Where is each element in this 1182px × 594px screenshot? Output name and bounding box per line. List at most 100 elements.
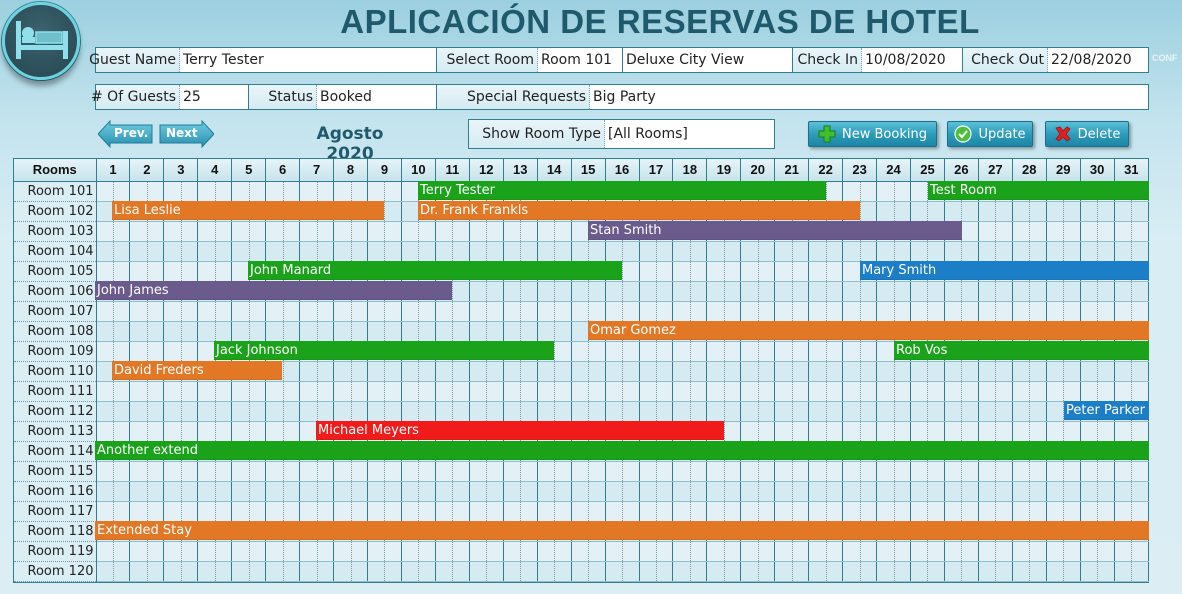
day-cell[interactable]: [1080, 561, 1115, 582]
day-cell[interactable]: [129, 301, 165, 322]
day-cell[interactable]: [1114, 221, 1150, 242]
day-cell[interactable]: [231, 481, 267, 502]
day-cell[interactable]: [333, 361, 368, 382]
day-cell[interactable]: [740, 301, 776, 322]
day-cell[interactable]: [163, 401, 199, 422]
day-cell[interactable]: [842, 241, 878, 262]
day-cell[interactable]: [197, 301, 233, 322]
day-cell[interactable]: [401, 241, 436, 262]
day-cell[interactable]: [605, 381, 640, 402]
day-cell[interactable]: [1114, 301, 1150, 322]
day-cell[interactable]: [265, 181, 301, 202]
day-cell[interactable]: [1114, 461, 1150, 482]
day-cell[interactable]: [639, 481, 674, 502]
day-cell[interactable]: [197, 481, 233, 502]
day-cell[interactable]: [910, 561, 945, 582]
day-cell[interactable]: [401, 501, 436, 522]
day-cell[interactable]: [774, 341, 810, 362]
day-cell[interactable]: [571, 561, 606, 582]
day-cell[interactable]: [163, 181, 199, 202]
day-cell[interactable]: [333, 561, 368, 582]
day-cell[interactable]: [1012, 221, 1047, 242]
day-cell[interactable]: [774, 301, 810, 322]
day-cell[interactable]: [197, 221, 233, 242]
day-cell[interactable]: [1080, 541, 1115, 562]
day-cell[interactable]: [1046, 421, 1081, 442]
day-cell[interactable]: [978, 421, 1013, 442]
day-cell[interactable]: [96, 241, 131, 262]
day-cell[interactable]: [876, 281, 911, 302]
day-cell[interactable]: [1012, 301, 1047, 322]
day-cell[interactable]: [706, 501, 742, 522]
day-cell[interactable]: [231, 501, 267, 522]
day-cell[interactable]: [1080, 381, 1115, 402]
day-cell[interactable]: [740, 501, 776, 522]
day-cell[interactable]: [978, 201, 1013, 222]
day-cell[interactable]: [163, 321, 199, 342]
day-cell[interactable]: [774, 541, 810, 562]
day-cell[interactable]: [571, 481, 606, 502]
day-cell[interactable]: [571, 501, 606, 522]
day-cell[interactable]: [129, 541, 165, 562]
day-cell[interactable]: [469, 481, 504, 502]
day-cell[interactable]: [808, 301, 844, 322]
day-cell[interactable]: [740, 401, 776, 422]
day-cell[interactable]: [537, 281, 572, 302]
day-cell[interactable]: [197, 181, 233, 202]
day-cell[interactable]: [672, 241, 708, 262]
day-cell[interactable]: [706, 261, 742, 282]
day-cell[interactable]: [333, 181, 368, 202]
day-cell[interactable]: [1046, 501, 1081, 522]
day-cell[interactable]: [163, 341, 199, 362]
day-cell[interactable]: [910, 201, 945, 222]
day-cell[interactable]: [367, 501, 402, 522]
day-cell[interactable]: [163, 541, 199, 562]
day-cell[interactable]: [808, 501, 844, 522]
day-cell[interactable]: [672, 361, 708, 382]
day-cell[interactable]: [605, 361, 640, 382]
day-cell[interactable]: [605, 561, 640, 582]
day-cell[interactable]: [367, 381, 402, 402]
day-cell[interactable]: [910, 301, 945, 322]
day-cell[interactable]: [503, 301, 538, 322]
day-cell[interactable]: [163, 301, 199, 322]
day-cell[interactable]: [1012, 501, 1047, 522]
day-cell[interactable]: [401, 561, 436, 582]
day-cell[interactable]: [435, 221, 470, 242]
day-cell[interactable]: [1012, 481, 1047, 502]
day-cell[interactable]: [401, 461, 436, 482]
day-cell[interactable]: [299, 221, 335, 242]
day-cell[interactable]: [910, 401, 945, 422]
day-cell[interactable]: [571, 541, 606, 562]
day-cell[interactable]: [537, 381, 572, 402]
day-cell[interactable]: [469, 301, 504, 322]
day-cell[interactable]: [537, 481, 572, 502]
day-cell[interactable]: [537, 301, 572, 322]
day-cell[interactable]: [1114, 201, 1150, 222]
day-cell[interactable]: [265, 561, 301, 582]
day-cell[interactable]: [1012, 201, 1047, 222]
day-cell[interactable]: [469, 241, 504, 262]
day-cell[interactable]: [1046, 381, 1081, 402]
day-cell[interactable]: [571, 341, 606, 362]
day-cell[interactable]: [163, 501, 199, 522]
day-cell[interactable]: [299, 321, 335, 342]
day-cell[interactable]: [774, 241, 810, 262]
day-cell[interactable]: [333, 241, 368, 262]
day-cell[interactable]: [706, 401, 742, 422]
day-cell[interactable]: [265, 481, 301, 502]
day-cell[interactable]: [435, 481, 470, 502]
booking-bar[interactable]: Michael Meyers: [316, 421, 724, 440]
day-cell[interactable]: [876, 401, 911, 422]
day-cell[interactable]: [401, 401, 436, 422]
day-cell[interactable]: [639, 561, 674, 582]
day-cell[interactable]: [774, 281, 810, 302]
day-cell[interactable]: [129, 401, 165, 422]
day-cell[interactable]: [978, 561, 1013, 582]
day-cell[interactable]: [231, 421, 267, 442]
day-cell[interactable]: [910, 281, 945, 302]
day-cell[interactable]: [842, 301, 878, 322]
day-cell[interactable]: [96, 561, 131, 582]
day-cell[interactable]: [774, 461, 810, 482]
day-cell[interactable]: [910, 241, 945, 262]
